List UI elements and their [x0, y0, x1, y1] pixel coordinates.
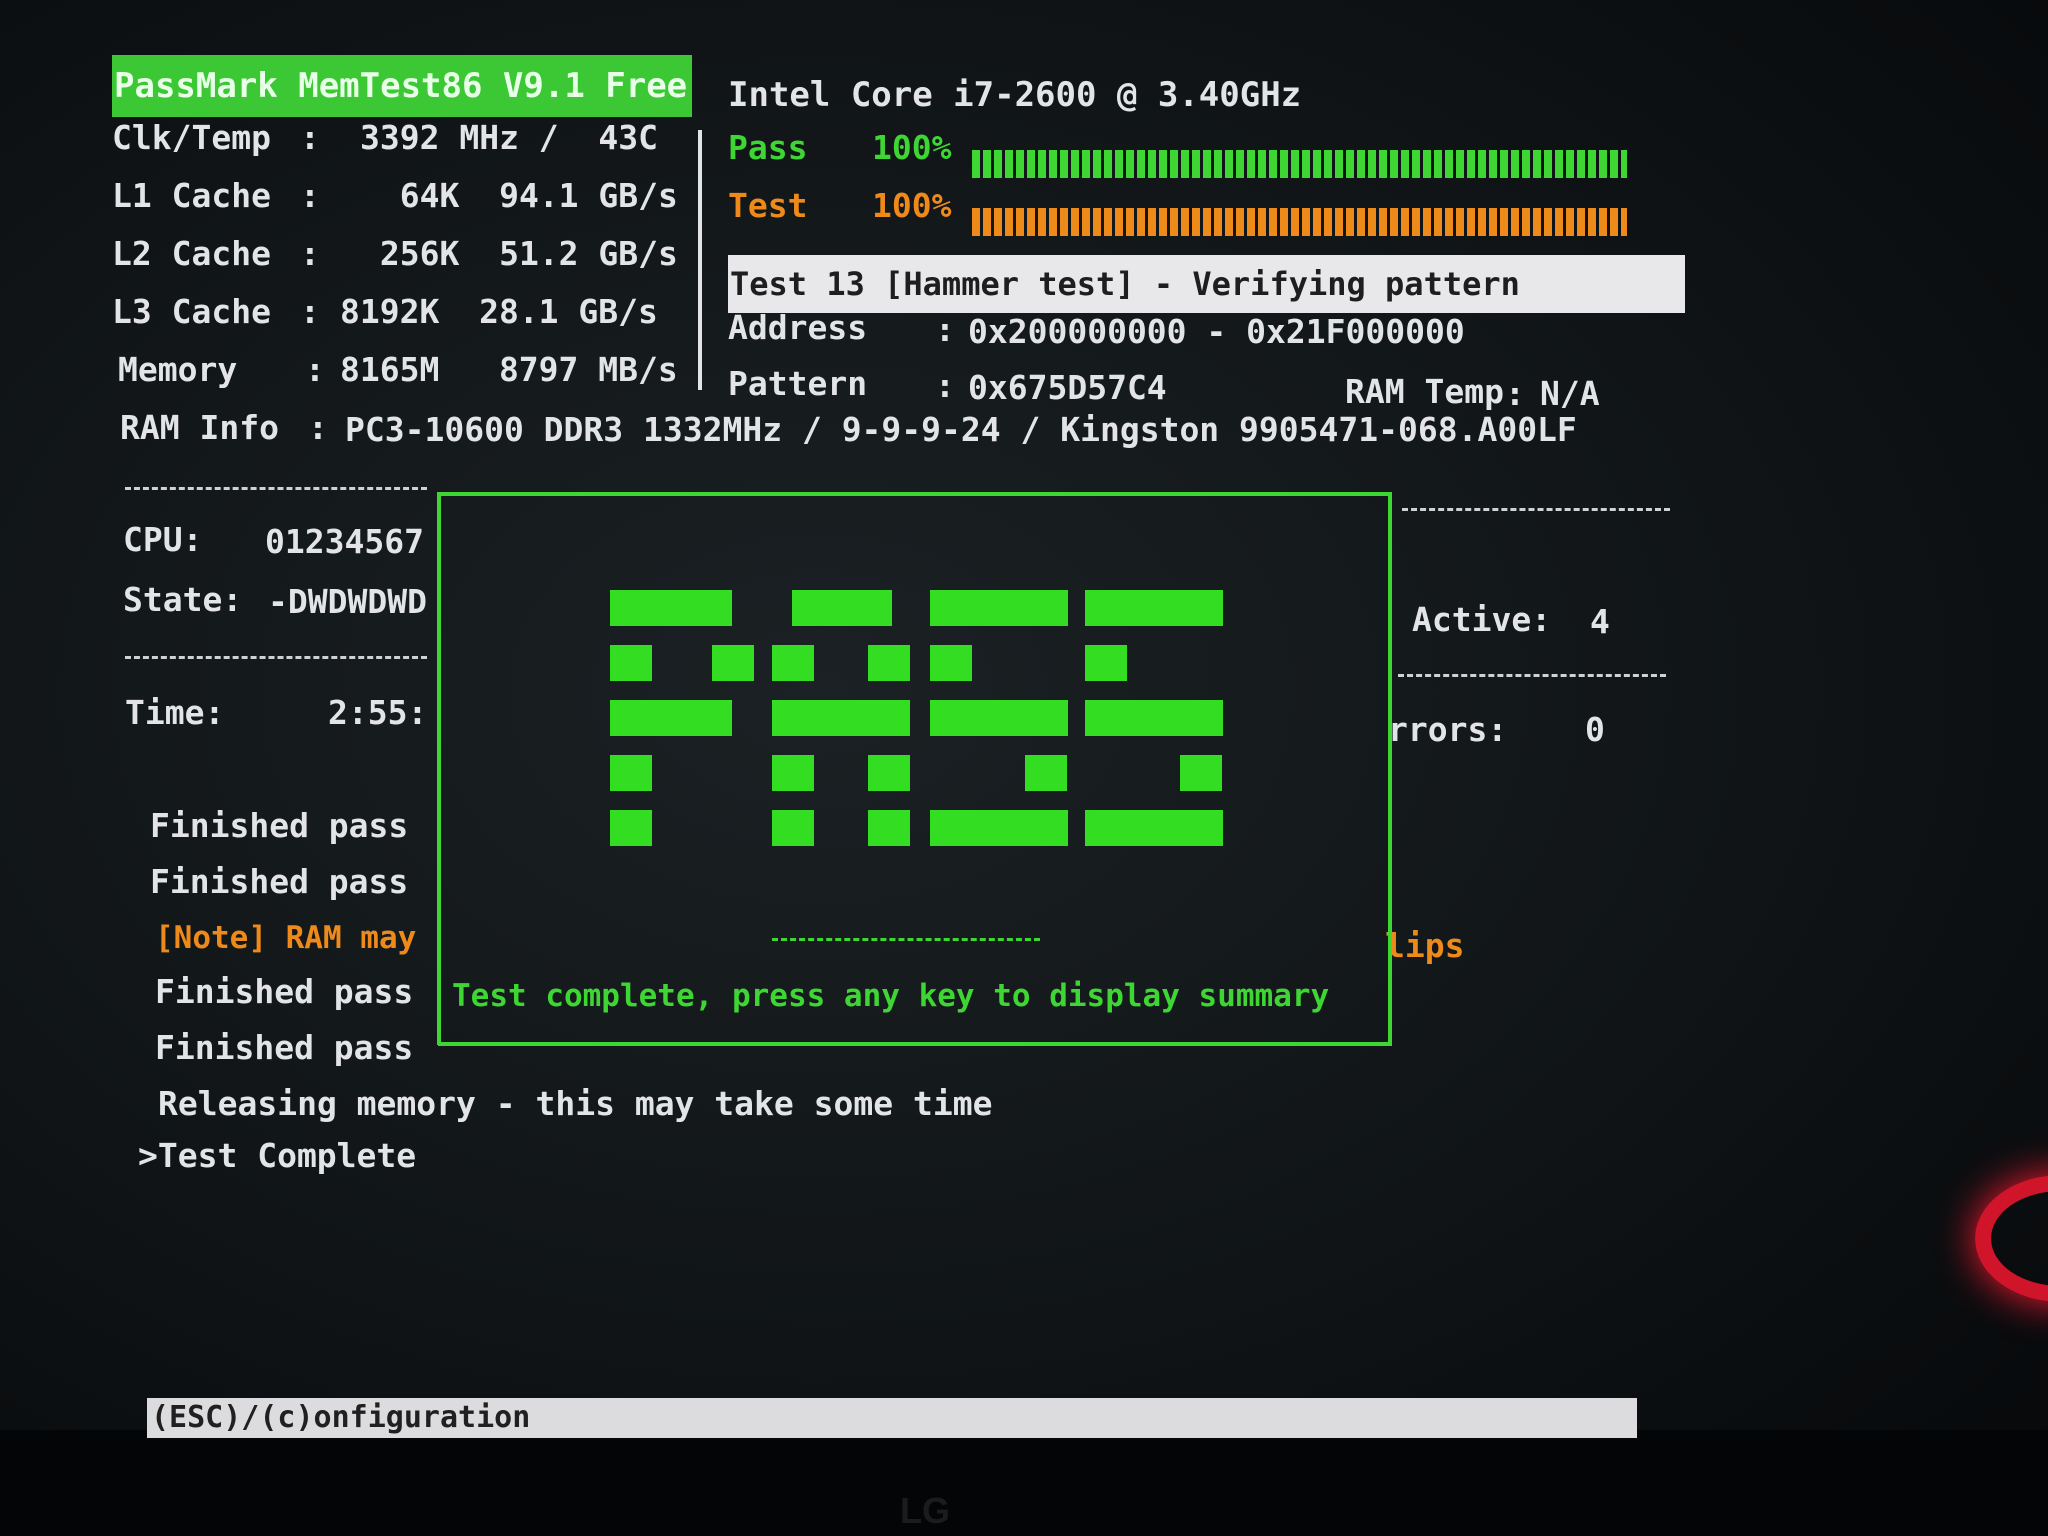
monitor-bezel	[0, 1430, 2048, 1536]
test-progress-bar	[972, 208, 1627, 236]
l2-cache-value: 256K 51.2 GB/s	[360, 234, 678, 273]
app-title: PassMark MemTest86 V9.1 Free	[112, 55, 692, 117]
log-line-note: [Note] RAM may	[155, 920, 417, 956]
pass-percent: 100%	[872, 128, 952, 167]
popup-frame-left	[437, 492, 441, 1045]
column-separator	[698, 130, 702, 390]
lg-logo: LG	[900, 1490, 950, 1531]
cpu-value: 01234567	[265, 522, 424, 561]
test-percent: 100%	[872, 186, 952, 225]
errors-value: 0	[1585, 710, 1605, 749]
popup-frame-right	[1388, 492, 1392, 1045]
test-progress-fill	[972, 208, 1627, 236]
log-line-releasing: Releasing memory - this may take some ti…	[158, 1084, 993, 1123]
left-separator-mid	[125, 656, 427, 659]
popup-message: Test complete, press any key to display …	[452, 978, 1330, 1014]
flips-label: lips	[1385, 926, 1465, 965]
l1-cache-value: 64K 94.1 GB/s	[360, 176, 678, 215]
ram-temp-value: N/A	[1540, 374, 1600, 413]
active-value: 4	[1590, 602, 1610, 641]
popup-separator	[772, 938, 1040, 941]
pattern-label: Pattern	[728, 364, 868, 403]
errors-label: rrors:	[1388, 710, 1508, 749]
ram-temp-label: RAM Temp	[1345, 372, 1504, 411]
cpu-name: Intel Core i7-2600 @ 3.40GHz	[728, 75, 1302, 115]
time-label: Time:	[125, 693, 225, 732]
l3-cache-value: 8192K 28.1 GB/s	[340, 292, 658, 331]
ram-info-label: RAM Info	[120, 408, 279, 447]
log-line: Finished pass	[150, 806, 409, 845]
l2-cache-label: L2 Cache	[112, 234, 271, 273]
pass-progress-fill	[972, 150, 1627, 178]
pattern-value: 0x675D57C4	[968, 368, 1167, 407]
address-label: Address	[728, 308, 868, 347]
address-value: 0x200000000 - 0x21F000000	[968, 312, 1465, 351]
current-test-box: Test 13 [Hammer test] - Verifying patter…	[728, 255, 1685, 313]
clk-temp-label: Clk/Temp	[112, 118, 271, 157]
ram-info-value: PC3-10600 DDR3 1332MHz / 9-9-9-24 / King…	[345, 410, 1577, 449]
memory-label: Memory	[118, 350, 238, 389]
log-line: Finished pass	[150, 862, 409, 901]
time-value: 2:55:	[328, 693, 428, 732]
l1-cache-label: L1 Cache	[112, 176, 271, 215]
log-line-complete: >Test Complete	[138, 1136, 417, 1175]
test-label: Test	[728, 186, 808, 225]
pass-progress-bar	[972, 150, 1627, 178]
memory-value: 8165M 8797 MB/s	[340, 350, 678, 389]
right-separator-top	[1402, 508, 1670, 511]
clk-temp-value: 3392 MHz / 43C	[360, 118, 659, 157]
left-separator-top	[125, 487, 427, 490]
cpu-label: CPU:	[123, 520, 203, 559]
config-shortcut-bar[interactable]: (ESC)/(c)onfiguration	[147, 1398, 1637, 1438]
state-value: -DWDWDWD	[268, 582, 427, 621]
pass-label: Pass	[728, 128, 808, 167]
log-line: Finished pass	[155, 1028, 414, 1067]
l3-cache-label: L3 Cache	[112, 292, 271, 331]
popup-frame-top	[438, 492, 1390, 496]
active-label: Active:	[1412, 600, 1552, 639]
popup-frame-bottom	[438, 1042, 1392, 1046]
right-separator-mid	[1398, 674, 1666, 677]
state-label: State:	[123, 580, 243, 619]
log-line: Finished pass	[155, 972, 414, 1011]
